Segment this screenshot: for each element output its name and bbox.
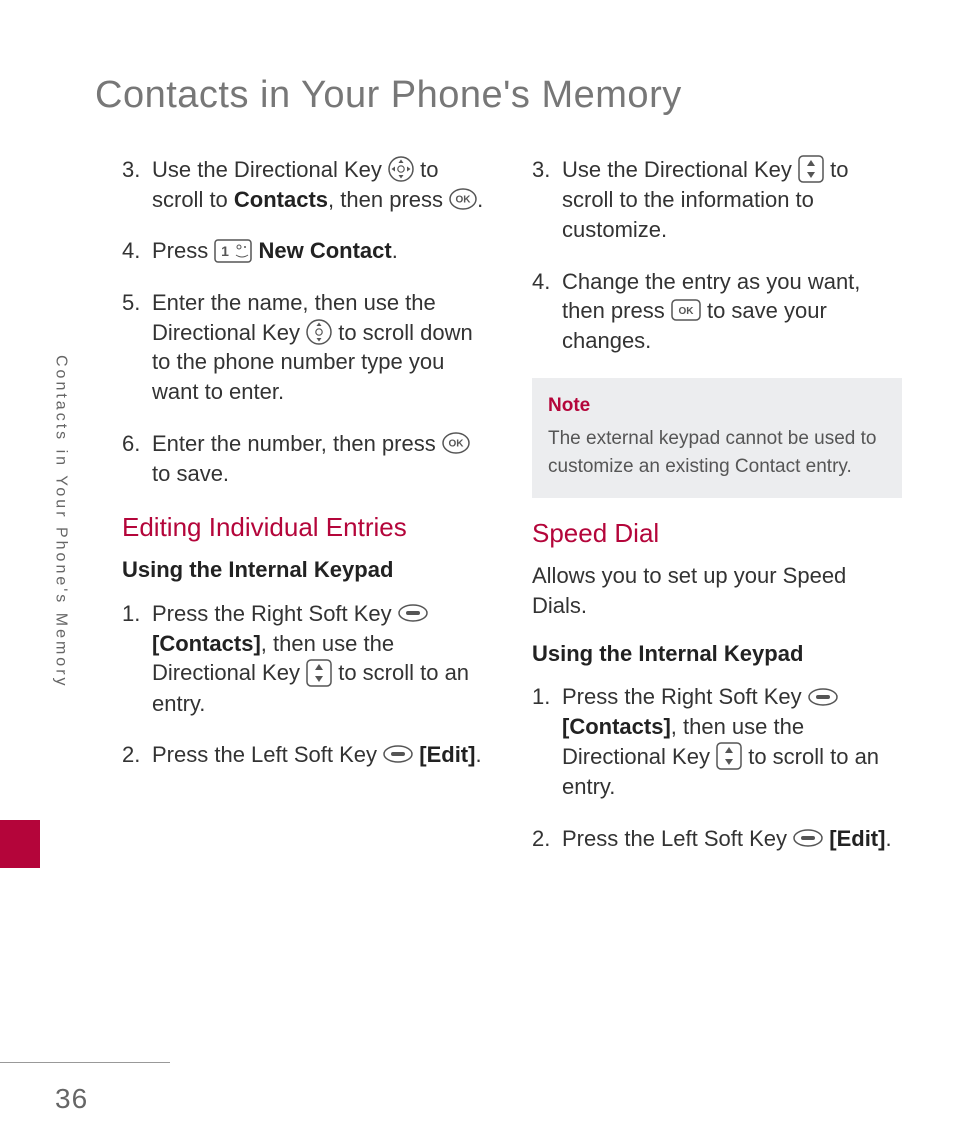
right-column: 3. Use the Directional Key to scroll to … bbox=[532, 155, 902, 875]
right-soft-key-icon bbox=[808, 688, 838, 706]
side-accent-bar bbox=[0, 820, 40, 868]
contacts-label: [Contacts] bbox=[562, 714, 671, 739]
text: Use the Directional Key bbox=[152, 157, 388, 182]
edit-step-2: 2. Press the Left Soft Key [Edit]. bbox=[122, 740, 492, 770]
step-body: Enter the number, then press to save. bbox=[152, 429, 492, 488]
step-number: 4. bbox=[532, 267, 562, 297]
side-section-label: Contacts in Your Phone's Memory bbox=[50, 355, 72, 689]
using-internal-keypad-heading: Using the Internal Keypad bbox=[122, 555, 492, 585]
step-body: Press the Left Soft Key [Edit]. bbox=[562, 824, 902, 854]
cust-step-3: 3. Use the Directional Key to scroll to … bbox=[532, 155, 902, 245]
text: Press the Right Soft Key bbox=[152, 601, 398, 626]
edit-step-1: 1. Press the Right Soft Key [Contacts], … bbox=[122, 599, 492, 718]
step-3: 3. Use the Directional Key to scroll to … bbox=[122, 155, 492, 214]
text: to save. bbox=[152, 461, 229, 486]
step-body: Press the Right Soft Key [Contacts], the… bbox=[152, 599, 492, 718]
edit-label: [Edit] bbox=[419, 742, 475, 767]
step-5: 5. Enter the name, then use the Directio… bbox=[122, 288, 492, 407]
ok-key-icon bbox=[449, 188, 477, 210]
directional-key-updown-icon bbox=[306, 319, 332, 345]
left-soft-key-icon bbox=[383, 745, 413, 763]
directional-key-updown-rect-icon bbox=[798, 155, 824, 183]
footer-divider bbox=[0, 1062, 170, 1063]
key-1-icon bbox=[214, 239, 252, 263]
text: Press the Left Soft Key bbox=[152, 742, 383, 767]
step-body: Use the Directional Key to scroll to Con… bbox=[152, 155, 492, 214]
speed-dial-heading: Speed Dial bbox=[532, 516, 902, 551]
ok-key-rect-icon bbox=[671, 299, 701, 321]
step-number: 2. bbox=[122, 740, 152, 770]
contacts-label: Contacts bbox=[234, 187, 328, 212]
step-body: Press New Contact. bbox=[152, 236, 492, 266]
step-4: 4. Press New Contact. bbox=[122, 236, 492, 266]
step-body: Press the Left Soft Key [Edit]. bbox=[152, 740, 492, 770]
content-columns: 3. Use the Directional Key to scroll to … bbox=[122, 155, 912, 875]
step-number: 3. bbox=[122, 155, 152, 185]
text: Enter the number, then press bbox=[152, 431, 442, 456]
step-body: Change the entry as you want, then press… bbox=[562, 267, 902, 356]
step-number: 3. bbox=[532, 155, 562, 185]
left-column: 3. Use the Directional Key to scroll to … bbox=[122, 155, 492, 875]
text: Press the Right Soft Key bbox=[562, 684, 808, 709]
note-text: The external keypad cannot be used to cu… bbox=[548, 425, 886, 480]
step-number: 5. bbox=[122, 288, 152, 318]
page-number: 36 bbox=[55, 1080, 88, 1118]
step-6: 6. Enter the number, then press to save. bbox=[122, 429, 492, 488]
step-body: Use the Directional Key to scroll to the… bbox=[562, 155, 902, 245]
step-number: 6. bbox=[122, 429, 152, 459]
text: Use the Directional Key bbox=[562, 157, 798, 182]
text: . bbox=[392, 238, 398, 263]
step-number: 1. bbox=[122, 599, 152, 629]
text: . bbox=[885, 826, 891, 851]
speed-dial-intro: Allows you to set up your Speed Dials. bbox=[532, 561, 902, 620]
text: , then press bbox=[328, 187, 449, 212]
step-body: Press the Right Soft Key [Contacts], the… bbox=[562, 682, 902, 801]
text: Press the Left Soft Key bbox=[562, 826, 793, 851]
directional-key-4way-icon bbox=[388, 156, 414, 182]
page: Contacts in Your Phone's Memory Contacts… bbox=[0, 0, 954, 1145]
left-soft-key-icon bbox=[793, 829, 823, 847]
step-number: 1. bbox=[532, 682, 562, 712]
edit-label: [Edit] bbox=[829, 826, 885, 851]
sd-step-2: 2. Press the Left Soft Key [Edit]. bbox=[532, 824, 902, 854]
sd-step-1: 1. Press the Right Soft Key [Contacts], … bbox=[532, 682, 902, 801]
text: . bbox=[475, 742, 481, 767]
ok-key-icon bbox=[442, 432, 470, 454]
text: Press bbox=[152, 238, 214, 263]
step-number: 4. bbox=[122, 236, 152, 266]
editing-entries-heading: Editing Individual Entries bbox=[122, 510, 492, 545]
contacts-label: [Contacts] bbox=[152, 631, 261, 656]
right-soft-key-icon bbox=[398, 604, 428, 622]
text: . bbox=[477, 187, 483, 212]
cust-step-4: 4. Change the entry as you want, then pr… bbox=[532, 267, 902, 356]
directional-key-updown-rect-icon bbox=[306, 659, 332, 687]
using-internal-keypad-heading-2: Using the Internal Keypad bbox=[532, 639, 902, 669]
new-contact-label: New Contact bbox=[258, 238, 391, 263]
page-title: Contacts in Your Phone's Memory bbox=[95, 70, 682, 121]
note-box: Note The external keypad cannot be used … bbox=[532, 378, 902, 499]
step-body: Enter the name, then use the Directional… bbox=[152, 288, 492, 407]
directional-key-updown-rect-icon bbox=[716, 742, 742, 770]
step-number: 2. bbox=[532, 824, 562, 854]
note-label: Note bbox=[548, 392, 886, 420]
